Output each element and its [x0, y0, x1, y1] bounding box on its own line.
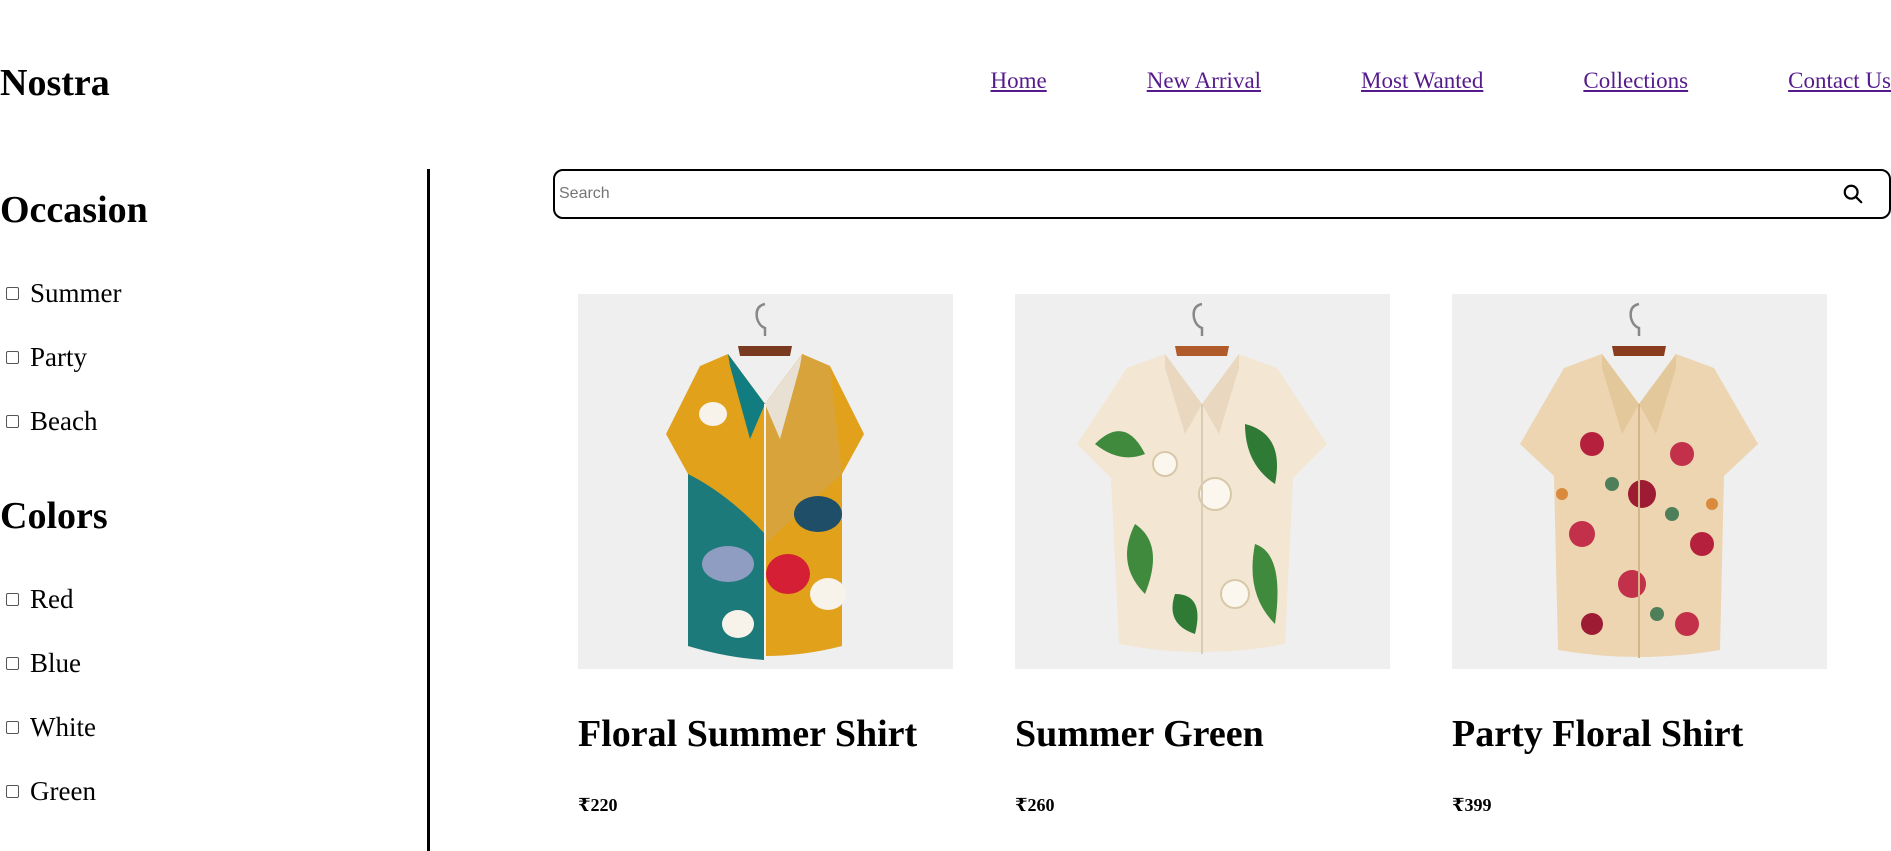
- nav-new-arrival-link[interactable]: New Arrival: [1147, 66, 1261, 96]
- filter-option-party[interactable]: Party: [0, 325, 428, 389]
- main-nav: Home New Arrival Most Wanted Collections…: [991, 66, 1891, 96]
- checkbox[interactable]: [6, 720, 19, 734]
- product-title[interactable]: Floral Summer Shirt: [578, 709, 953, 759]
- nav-most-wanted-link[interactable]: Most Wanted: [1361, 66, 1483, 96]
- search-icon[interactable]: [1831, 171, 1875, 217]
- occasion-filter-group: Occasion Summer Party Beach: [0, 185, 428, 453]
- nav-collections-link[interactable]: Collections: [1583, 66, 1688, 96]
- page: Nostra Home New Arrival Most Wanted Coll…: [0, 0, 1891, 851]
- sidebar-divider: [427, 169, 430, 851]
- occasion-options: Summer Party Beach: [0, 261, 428, 453]
- colors-filter-group: Colors Red Blue White Green: [0, 491, 428, 823]
- checkbox[interactable]: [6, 784, 19, 798]
- product-image-multicolor-shirt[interactable]: [578, 294, 953, 669]
- shirt-illustration: [1520, 302, 1758, 658]
- checkbox[interactable]: [6, 592, 19, 606]
- shirt-illustration: [1077, 302, 1327, 654]
- filter-option-green[interactable]: Green: [0, 759, 428, 823]
- search-bar[interactable]: [553, 169, 1891, 219]
- search-input[interactable]: [555, 174, 1831, 214]
- checkbox[interactable]: [6, 414, 19, 428]
- product-price: ₹399: [1452, 795, 1492, 815]
- nav-contact-us-link[interactable]: Contact Us: [1788, 66, 1891, 96]
- product-grid: Floral Summer Shirt ₹220 Summer Green ₹2…: [578, 294, 1827, 817]
- product-price: ₹260: [1015, 795, 1055, 815]
- filter-option-label: Green: [30, 775, 96, 806]
- filter-option-summer[interactable]: Summer: [0, 261, 428, 325]
- shirt-illustration: [666, 302, 864, 660]
- filter-option-label: Summer: [30, 277, 122, 308]
- filter-option-label: Party: [30, 341, 87, 372]
- checkbox[interactable]: [6, 286, 19, 300]
- checkbox[interactable]: [6, 350, 19, 364]
- product-price: ₹220: [578, 795, 618, 815]
- product-card[interactable]: Party Floral Shirt ₹399: [1452, 294, 1827, 817]
- product-card[interactable]: Floral Summer Shirt ₹220: [578, 294, 953, 817]
- filter-option-red[interactable]: Red: [0, 567, 428, 631]
- product-image-green-floral-shirt[interactable]: [1015, 294, 1390, 669]
- colors-options: Red Blue White Green: [0, 567, 428, 823]
- product-image-red-floral-shirt[interactable]: [1452, 294, 1827, 669]
- filter-sidebar: Occasion Summer Party Beach Colors Red B…: [0, 185, 428, 823]
- product-card[interactable]: Summer Green ₹260: [1015, 294, 1390, 817]
- site-logo[interactable]: Nostra: [0, 58, 110, 108]
- filter-option-white[interactable]: White: [0, 695, 428, 759]
- filter-option-beach[interactable]: Beach: [0, 389, 428, 453]
- filter-option-label: Red: [30, 583, 74, 614]
- nav-home-link[interactable]: Home: [991, 66, 1047, 96]
- filter-option-blue[interactable]: Blue: [0, 631, 428, 695]
- product-title[interactable]: Summer Green: [1015, 709, 1390, 759]
- filter-option-label: White: [30, 711, 96, 742]
- occasion-heading: Occasion: [0, 189, 148, 231]
- filter-option-label: Blue: [30, 647, 81, 678]
- colors-heading: Colors: [0, 495, 108, 537]
- product-title[interactable]: Party Floral Shirt: [1452, 709, 1827, 759]
- filter-option-label: Beach: [30, 405, 98, 436]
- checkbox[interactable]: [6, 656, 19, 670]
